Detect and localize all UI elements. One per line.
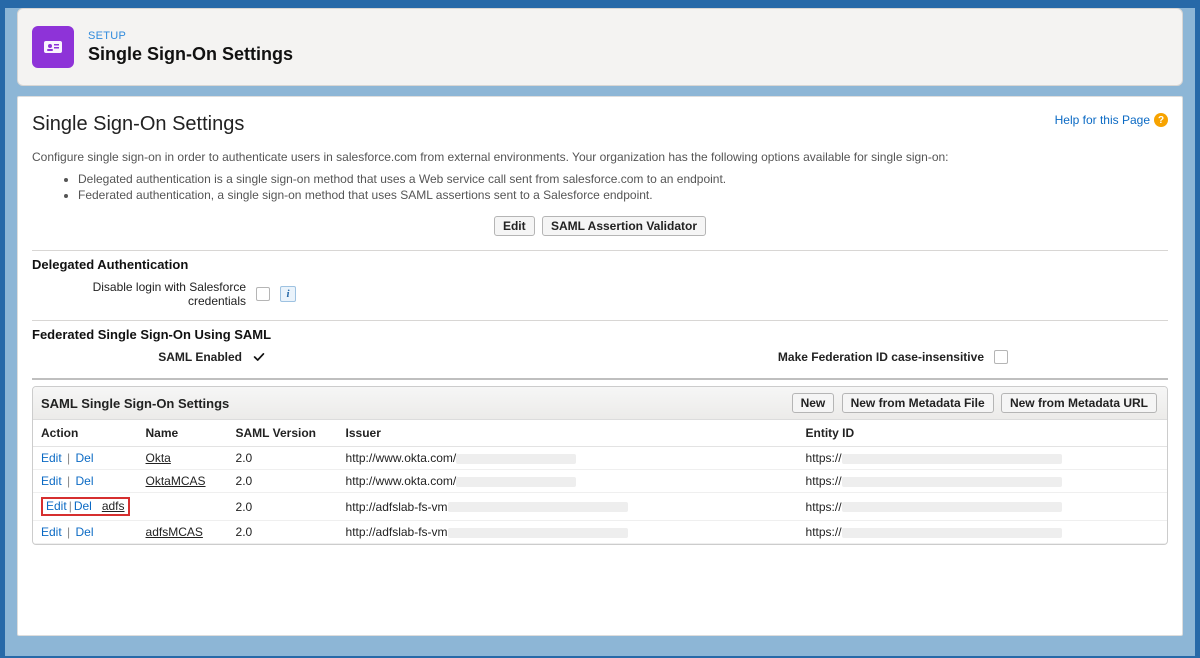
help-icon: ? [1154, 113, 1168, 127]
row-issuer: http://adfslab-fs-vm [338, 493, 798, 521]
row-del-link[interactable]: Del [75, 525, 93, 539]
table-row: Edit | DelOkta2.0http://www.okta.com/htt… [33, 447, 1167, 470]
col-issuer: Issuer [338, 420, 798, 447]
new-from-file-button[interactable]: New from Metadata File [842, 393, 994, 413]
intro-bullet-1: Delegated authentication is a single sig… [78, 172, 1168, 186]
row-edit-link[interactable]: Edit [41, 451, 62, 465]
row-issuer: http://adfslab-fs-vm [338, 521, 798, 544]
help-link[interactable]: Help for this Page ? [1055, 113, 1168, 127]
check-icon [252, 350, 266, 364]
row-version: 2.0 [228, 521, 338, 544]
sso-page-icon [32, 26, 74, 68]
row-name-link[interactable]: OktaMCAS [146, 474, 206, 488]
table-row: Edit | Deladfs2.0http://adfslab-fs-vmhtt… [33, 493, 1167, 521]
intro-bullet-2: Federated authentication, a single sign-… [78, 188, 1168, 202]
federated-auth-header: Federated Single Sign-On Using SAML [32, 327, 1168, 342]
row-version: 2.0 [228, 493, 338, 521]
saml-table: Action Name SAML Version Issuer Entity I… [33, 420, 1167, 544]
row-edit-link[interactable]: Edit [46, 499, 67, 513]
row-name-link[interactable]: Okta [146, 451, 171, 465]
row-name-link[interactable]: adfs [102, 499, 125, 513]
col-version: SAML Version [228, 420, 338, 447]
setup-header: SETUP Single Sign-On Settings [17, 8, 1183, 86]
col-action: Action [33, 420, 138, 447]
row-del-link[interactable]: Del [75, 451, 93, 465]
content-card: Single Sign-On Settings Help for this Pa… [17, 96, 1183, 636]
row-issuer: http://www.okta.com/ [338, 447, 798, 470]
col-entity: Entity ID [798, 420, 1167, 447]
saml-enabled-label: SAML Enabled [32, 350, 242, 364]
saml-panel-title: SAML Single Sign-On Settings [41, 396, 229, 411]
info-icon[interactable]: i [280, 286, 296, 302]
row-name-link[interactable]: adfsMCAS [146, 525, 203, 539]
setup-eyebrow: SETUP [88, 30, 293, 42]
row-edit-link[interactable]: Edit [41, 525, 62, 539]
disable-login-label: Disable login with Salesforce credential… [36, 280, 246, 308]
intro-text: Configure single sign-on in order to aut… [32, 150, 1168, 164]
row-version: 2.0 [228, 447, 338, 470]
col-name: Name [138, 420, 228, 447]
row-issuer: http://www.okta.com/ [338, 470, 798, 493]
fed-id-case-label: Make Federation ID case-insensitive [778, 350, 984, 364]
new-button[interactable]: New [792, 393, 835, 413]
saml-validator-button[interactable]: SAML Assertion Validator [542, 216, 706, 236]
row-entity: https:// [798, 493, 1167, 521]
disable-login-checkbox[interactable] [256, 287, 270, 301]
setup-title: Single Sign-On Settings [88, 44, 293, 65]
new-from-url-button[interactable]: New from Metadata URL [1001, 393, 1157, 413]
row-entity: https:// [798, 470, 1167, 493]
row-del-link[interactable]: Del [74, 499, 92, 513]
page-title: Single Sign-On Settings [32, 113, 244, 136]
row-entity: https:// [798, 447, 1167, 470]
saml-sso-panel: SAML Single Sign-On Settings New New fro… [32, 386, 1168, 545]
fed-id-case-checkbox[interactable] [994, 350, 1008, 364]
row-entity: https:// [798, 521, 1167, 544]
help-link-label: Help for this Page [1055, 113, 1150, 127]
row-version: 2.0 [228, 470, 338, 493]
row-del-link[interactable]: Del [75, 474, 93, 488]
table-row: Edit | DelOktaMCAS2.0http://www.okta.com… [33, 470, 1167, 493]
table-row: Edit | DeladfsMCAS2.0http://adfslab-fs-v… [33, 521, 1167, 544]
row-edit-link[interactable]: Edit [41, 474, 62, 488]
delegated-auth-header: Delegated Authentication [32, 257, 1168, 272]
edit-button[interactable]: Edit [494, 216, 535, 236]
